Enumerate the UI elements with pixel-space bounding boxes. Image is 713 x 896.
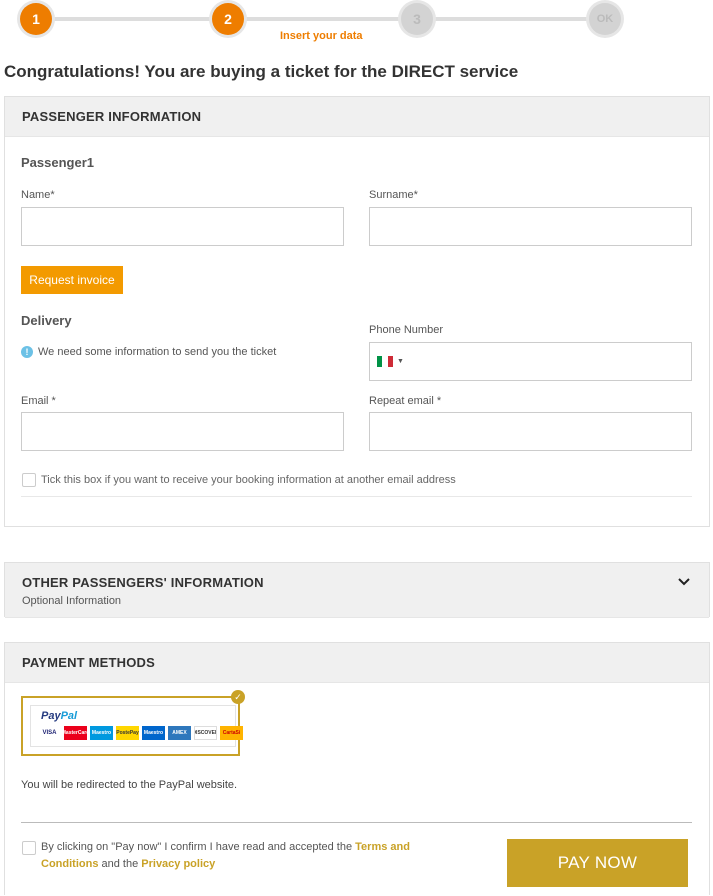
visa-card-icon: VISA (38, 726, 61, 740)
terms-text: By clicking on "Pay now" I confirm I hav… (41, 841, 410, 870)
email-label: Email * (21, 395, 56, 407)
mastercard-card-icon: MasterCard (64, 726, 87, 740)
maestro-card-icon: Maestro (90, 726, 113, 740)
surname-label: Surname* (369, 189, 418, 201)
panel-title: PASSENGER INFORMATION (22, 109, 202, 124)
pay-now-button[interactable]: PAY NOW (507, 839, 688, 887)
surname-input[interactable] (369, 207, 692, 246)
passenger-heading: Passenger1 (21, 155, 94, 170)
info-icon: ! (21, 346, 33, 358)
email-input[interactable] (21, 412, 344, 451)
redirect-note: You will be redirected to the PayPal web… (21, 779, 238, 791)
progress-stepper: 1 2 3 OK Insert your data (0, 0, 713, 50)
repeat-email-label: Repeat email * (369, 395, 442, 407)
name-label: Name* (21, 189, 55, 201)
delivery-info-text: We need some information to send you the… (38, 346, 277, 358)
discover-card-icon: DISCOVER (194, 726, 217, 740)
panel-header: PASSENGER INFORMATION (5, 97, 709, 137)
delivery-heading: Delivery (21, 313, 72, 328)
divider (21, 496, 692, 497)
maestro2-card-icon: Maestro (142, 726, 165, 740)
phone-label: Phone Number (369, 324, 443, 336)
paypal-logo: PayPal (41, 710, 78, 722)
step-2: 2 (212, 3, 244, 35)
amex-card-icon: AMEX (168, 726, 191, 740)
step-1: 1 (20, 3, 52, 35)
repeat-email-input[interactable] (369, 412, 692, 451)
panel-title: PAYMENT METHODS (22, 655, 156, 670)
other-passengers-panel[interactable]: OTHER PASSENGERS' INFORMATION Optional I… (4, 562, 710, 618)
stepper-line (244, 17, 404, 21)
check-icon: ✓ (231, 690, 245, 704)
stepper-line (432, 17, 592, 21)
request-invoice-button[interactable]: Request invoice (21, 266, 123, 294)
paypal-option[interactable]: ✓ PayPal VISA MasterCard Maestro PostePa… (21, 690, 245, 756)
delivery-info: ! We need some information to send you t… (21, 346, 276, 358)
panel-header: PAYMENT METHODS (5, 643, 709, 683)
privacy-link[interactable]: Privacy policy (141, 858, 215, 870)
chevron-down-icon[interactable] (677, 575, 691, 589)
panel-subtitle: Optional Information (22, 595, 122, 607)
step-3: 3 (401, 3, 433, 35)
phone-input[interactable]: ▼ (369, 342, 692, 381)
panel-title: OTHER PASSENGERS' INFORMATION (22, 575, 264, 590)
other-email-checkbox[interactable] (22, 473, 36, 487)
other-email-checkbox-label: Tick this box if you want to receive you… (41, 474, 456, 486)
paypal-logo-box: PayPal VISA MasterCard Maestro PostePay … (30, 705, 243, 747)
step-label: Insert your data (280, 30, 363, 42)
name-input[interactable] (21, 207, 344, 246)
divider (21, 822, 692, 823)
postepay-card-icon: PostePay (116, 726, 139, 740)
terms-checkbox[interactable] (22, 841, 36, 855)
card-logos: VISA MasterCard Maestro PostePay Maestro… (38, 726, 243, 740)
cartasi-card-icon: CartaSi (220, 726, 243, 740)
panel-header[interactable]: OTHER PASSENGERS' INFORMATION Optional I… (5, 563, 709, 618)
step-ok: OK (589, 3, 621, 35)
page-title: Congratulations! You are buying a ticket… (4, 62, 519, 81)
dropdown-caret-icon[interactable]: ▼ (397, 358, 404, 365)
passenger-panel: PASSENGER INFORMATION Passenger1 Name* S… (4, 96, 710, 527)
stepper-line (36, 17, 216, 21)
italy-flag-icon[interactable] (377, 356, 393, 367)
